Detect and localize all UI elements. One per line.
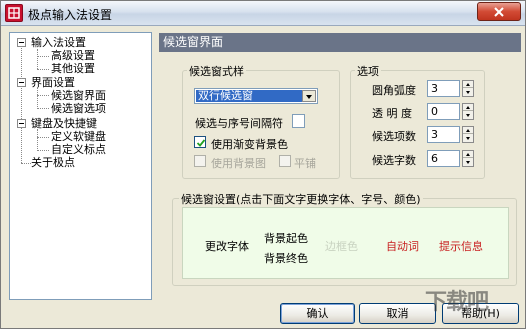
spin-down-icon[interactable] [463,159,473,166]
tree-item-candidate-options[interactable]: 候选窗选项 [51,102,106,116]
settings-tree[interactable]: 输入法设置 高级设置 其他设置 界面设置 候选窗界面 候选窗选项 键盘及快捷键 … [9,32,152,300]
window-title: 极点输入法设置 [28,8,113,22]
auto-word-link[interactable]: 自动词 [386,238,419,254]
tree-line [37,69,49,70]
word-count-spinner[interactable] [462,150,474,167]
word-count-input[interactable]: 6 [427,150,460,167]
tree-line [21,45,22,163]
separator-input[interactable] [292,114,305,128]
tree-item-keyboard[interactable]: 键盘及快捷键 [31,117,97,131]
spin-down-icon[interactable] [463,112,473,119]
tree-item-about[interactable]: 关于极点 [31,156,75,170]
tree-item-input-settings[interactable]: 输入法设置 [31,36,86,50]
tree-line [37,87,38,107]
border-color-link[interactable]: 边框色 [325,238,358,254]
spin-down-icon[interactable] [463,89,473,96]
bg-end-color-link[interactable]: 背景终色 [264,250,308,266]
tile-label: 平铺 [294,157,316,170]
style-group-title: 候选窗式样 [187,63,246,79]
hint-info-link[interactable]: 提示信息 [439,238,483,254]
tree-item-other[interactable]: 其他设置 [51,62,95,76]
candidate-count-spinner[interactable] [462,126,474,143]
spin-up-icon[interactable] [463,151,473,158]
opacity-label: 透 明 度 [372,107,412,120]
tree-line [21,163,31,164]
tree-line [37,56,49,57]
collapse-icon[interactable] [17,38,26,47]
spin-up-icon[interactable] [463,127,473,134]
separator-label: 候选与序号间隔符 [195,117,283,130]
tree-item-interface[interactable]: 界面设置 [31,76,75,90]
change-font-link[interactable]: 更改字体 [205,238,249,254]
bg-start-color-link[interactable]: 背景起色 [264,230,308,246]
tree-line [37,137,49,138]
tree-item-punctuation[interactable]: 自定义标点 [51,143,106,157]
gradient-label: 使用渐变背景色 [211,138,288,151]
spin-down-icon[interactable] [463,135,473,142]
collapse-icon[interactable] [17,78,26,87]
corner-radius-spinner[interactable] [462,80,474,97]
checkmark-icon [196,139,206,147]
candidate-count-input[interactable]: 3 [427,126,460,143]
opacity-input[interactable]: 0 [427,103,460,120]
close-icon [494,7,504,17]
opacity-spinner[interactable] [462,103,474,120]
settings-window: 极点输入法设置 输入法设置 高级设置 其他设置 界面设置 候选窗界面 候选窗选项… [0,0,526,329]
candidate-style-value: 双行候选窗 [196,90,302,102]
bgimage-checkbox[interactable] [194,155,206,167]
close-button[interactable] [477,2,521,21]
panel-header: 候选窗界面 [159,33,521,52]
app-logo-icon [5,4,23,22]
tree-line [37,108,49,109]
tree-line [37,95,49,96]
settings-group-title: 候选窗设置(点击下面文字更换字体、字号、颜色) [179,191,423,207]
chevron-down-icon[interactable] [302,90,316,102]
tree-item-candidate-ui[interactable]: 候选窗界面 [51,89,106,103]
tile-checkbox[interactable] [279,155,291,167]
spin-up-icon[interactable] [463,104,473,111]
corner-radius-input[interactable]: 3 [427,80,460,97]
candidate-count-label: 候选项数 [372,130,416,143]
candidate-style-select[interactable]: 双行候选窗 [194,88,318,104]
tree-line [37,129,38,149]
collapse-icon[interactable] [17,119,26,128]
bgimage-label: 使用背景图 [211,157,266,170]
word-count-label: 候选字数 [372,154,416,167]
gradient-checkbox[interactable] [194,136,206,148]
watermark-logo: 下载吧 [425,290,489,315]
corner-radius-label: 圆角弧度 [372,84,416,97]
tree-item-advanced[interactable]: 高级设置 [51,49,95,63]
tree-item-soft-keyboard[interactable]: 定义软键盘 [51,130,106,144]
title-bar[interactable]: 极点输入法设置 [1,1,525,26]
spin-up-icon[interactable] [463,81,473,88]
ok-button[interactable]: 确认 [280,303,355,324]
tree-line [37,49,38,69]
options-group-title: 选项 [355,63,381,79]
tree-line [37,150,49,151]
